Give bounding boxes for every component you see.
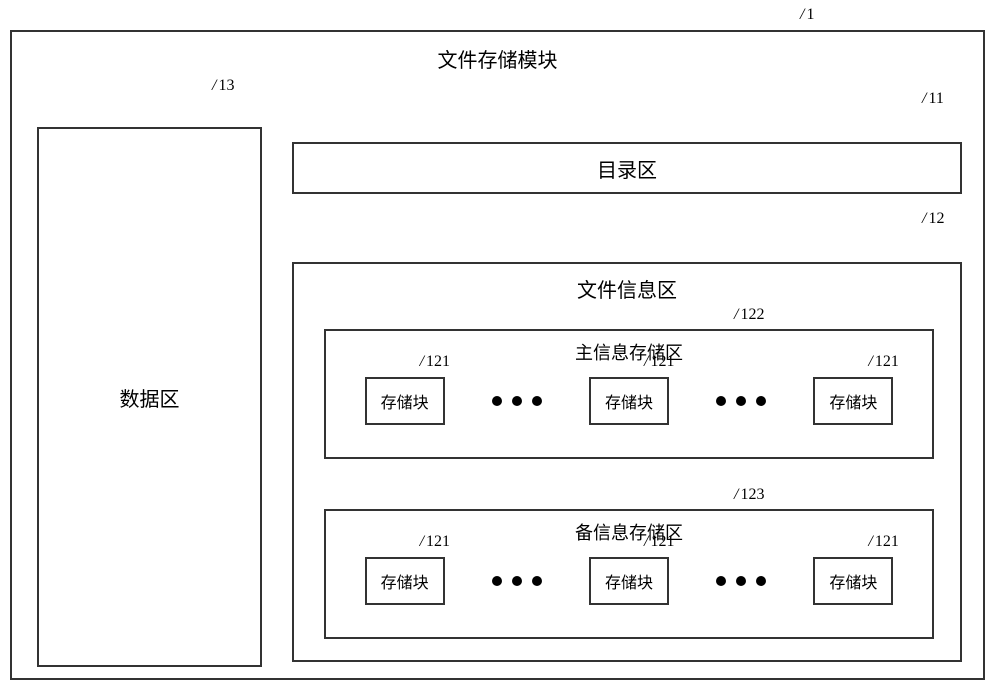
ellipsis-dots — [716, 576, 766, 586]
main-storage-area: 主信息存储区 121 存储块 121 存储块 — [324, 329, 934, 459]
storage-block: 存储块 — [813, 377, 893, 425]
ref-block-1: 121 — [420, 353, 450, 371]
ref-backup-storage: 123 — [734, 486, 764, 504]
dot-icon — [532, 396, 542, 406]
ref-directory: 11 — [922, 90, 944, 108]
dot-icon — [756, 396, 766, 406]
file-storage-module: 文件存储模块 13 数据区 11 目录区 12 文件信息区 122 主信息存储区… — [10, 30, 985, 680]
ref-block-5: 121 — [644, 533, 674, 551]
backup-storage-area: 备信息存储区 121 存储块 121 存储块 — [324, 509, 934, 639]
ref-block-3: 121 — [868, 353, 898, 371]
directory-area: 目录区 — [292, 142, 962, 194]
file-info-area: 文件信息区 122 主信息存储区 121 存储块 121 存储块 — [292, 262, 962, 662]
dot-icon — [512, 396, 522, 406]
ref-block-4: 121 — [420, 533, 450, 551]
main-storage-title: 主信息存储区 — [326, 331, 932, 377]
ref-block-2: 121 — [644, 353, 674, 371]
storage-block: 存储块 — [813, 557, 893, 605]
dot-icon — [716, 576, 726, 586]
dot-icon — [716, 396, 726, 406]
outer-title: 文件存储模块 — [12, 32, 983, 85]
file-info-title: 文件信息区 — [294, 264, 960, 313]
dot-icon — [736, 396, 746, 406]
data-area-label: 数据区 — [120, 383, 180, 412]
ref-block-6: 121 — [868, 533, 898, 551]
ref-data-area: 13 — [212, 77, 234, 95]
backup-storage-title: 备信息存储区 — [326, 511, 932, 557]
storage-block: 存储块 — [365, 377, 445, 425]
dot-icon — [492, 396, 502, 406]
dot-icon — [736, 576, 746, 586]
ellipsis-dots — [492, 576, 542, 586]
ref-outer: 1 — [800, 6, 814, 24]
storage-block: 存储块 — [365, 557, 445, 605]
backup-storage-blocks: 121 存储块 121 存储块 121 — [326, 557, 932, 605]
dot-icon — [512, 576, 522, 586]
dot-icon — [756, 576, 766, 586]
ellipsis-dots — [716, 396, 766, 406]
dot-icon — [532, 576, 542, 586]
dot-icon — [492, 576, 502, 586]
ref-file-info: 12 — [922, 210, 944, 228]
ref-main-storage: 122 — [734, 306, 764, 324]
main-storage-blocks: 121 存储块 121 存储块 121 — [326, 377, 932, 425]
ellipsis-dots — [492, 396, 542, 406]
directory-label: 目录区 — [597, 154, 657, 183]
data-area: 数据区 — [37, 127, 262, 667]
storage-block: 存储块 — [589, 377, 669, 425]
storage-block: 存储块 — [589, 557, 669, 605]
